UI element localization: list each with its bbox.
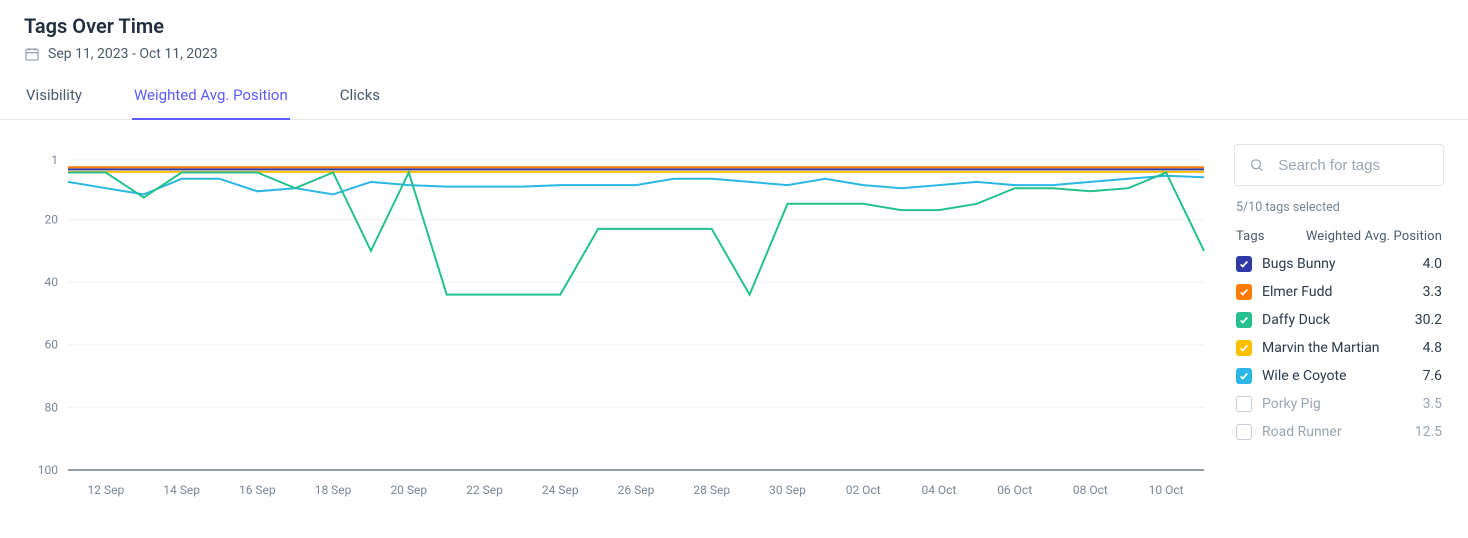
svg-text:16 Sep: 16 Sep <box>239 483 276 497</box>
legend-checkbox[interactable] <box>1236 424 1252 440</box>
legend-checkbox[interactable] <box>1236 256 1252 272</box>
svg-text:10 Oct: 10 Oct <box>1149 483 1184 497</box>
legend-name: Bugs Bunny <box>1262 256 1413 272</box>
legend-row[interactable]: Elmer Fudd 3.3 <box>1234 278 1444 306</box>
svg-text:18 Sep: 18 Sep <box>315 483 352 497</box>
search-icon <box>1249 156 1264 174</box>
tab-visibility[interactable]: Visibility <box>24 86 84 120</box>
legend-checkbox[interactable] <box>1236 284 1252 300</box>
legend-value: 30.2 <box>1415 312 1442 328</box>
tabs: Visibility Weighted Avg. Position Clicks <box>0 86 1468 120</box>
svg-text:20 Sep: 20 Sep <box>390 483 427 497</box>
legend-name: Wile e Coyote <box>1262 368 1413 384</box>
legend-header-value: Weighted Avg. Position <box>1306 229 1442 244</box>
tag-search-input[interactable] <box>1276 156 1429 175</box>
svg-text:40: 40 <box>45 275 59 289</box>
tag-search[interactable] <box>1234 144 1444 186</box>
legend-name: Elmer Fudd <box>1262 284 1413 300</box>
legend-value: 3.3 <box>1423 284 1442 300</box>
legend-header-tags: Tags <box>1236 229 1265 244</box>
svg-text:22 Sep: 22 Sep <box>466 483 503 497</box>
legend-value: 4.0 <box>1423 256 1442 272</box>
svg-text:80: 80 <box>45 400 59 414</box>
legend-name: Road Runner <box>1262 424 1405 440</box>
svg-text:26 Sep: 26 Sep <box>618 483 655 497</box>
legend-row[interactable]: Porky Pig 3.5 <box>1234 390 1444 418</box>
svg-text:14 Sep: 14 Sep <box>163 483 200 497</box>
date-range: Sep 11, 2023 - Oct 11, 2023 <box>24 46 1444 62</box>
selection-status: 5/10 tags selected <box>1236 200 1444 215</box>
svg-text:28 Sep: 28 Sep <box>693 483 730 497</box>
svg-text:60: 60 <box>45 338 59 352</box>
legend-header: Tags Weighted Avg. Position <box>1234 229 1444 250</box>
legend-value: 4.8 <box>1423 340 1442 356</box>
legend-row[interactable]: Daffy Duck 30.2 <box>1234 306 1444 334</box>
date-range-text: Sep 11, 2023 - Oct 11, 2023 <box>48 46 218 62</box>
legend-checkbox[interactable] <box>1236 396 1252 412</box>
legend-row[interactable]: Bugs Bunny 4.0 <box>1234 250 1444 278</box>
legend-value: 12.5 <box>1415 424 1442 440</box>
chart-area: 1 20 40 60 80 100 12 Sep 14 Sep 16 Sep 18 Sep 20 S… <box>0 144 1218 518</box>
line-chart: 1 20 40 60 80 100 12 Sep 14 Sep 16 Sep 18 Sep 20 S… <box>24 144 1214 514</box>
page-title: Tags Over Time <box>24 14 1444 38</box>
tab-clicks[interactable]: Clicks <box>338 86 382 120</box>
legend-list: Bugs Bunny 4.0 Elmer Fudd 3.3 Daffy Duck 30.2… <box>1234 250 1444 446</box>
svg-text:24 Sep: 24 Sep <box>542 483 579 497</box>
legend-value: 3.5 <box>1423 396 1442 412</box>
svg-text:12 Sep: 12 Sep <box>88 483 125 497</box>
tab-weighted[interactable]: Weighted Avg. Position <box>132 86 290 120</box>
svg-text:06 Oct: 06 Oct <box>997 483 1032 497</box>
svg-text:02 Oct: 02 Oct <box>846 483 881 497</box>
svg-text:04 Oct: 04 Oct <box>921 483 956 497</box>
svg-text:20: 20 <box>45 212 59 226</box>
calendar-icon <box>24 46 40 62</box>
legend-name: Marvin the Martian <box>1262 340 1413 356</box>
svg-text:08 Oct: 08 Oct <box>1073 483 1108 497</box>
legend-row[interactable]: Road Runner 12.5 <box>1234 418 1444 446</box>
svg-text:30 Sep: 30 Sep <box>769 483 806 497</box>
legend-name: Daffy Duck <box>1262 312 1405 328</box>
legend-checkbox[interactable] <box>1236 368 1252 384</box>
legend-value: 7.6 <box>1423 368 1442 384</box>
legend-checkbox[interactable] <box>1236 340 1252 356</box>
svg-text:1: 1 <box>51 153 58 167</box>
legend-name: Porky Pig <box>1262 396 1413 412</box>
legend-row[interactable]: Wile e Coyote 7.6 <box>1234 362 1444 390</box>
legend-row[interactable]: Marvin the Martian 4.8 <box>1234 334 1444 362</box>
svg-text:100: 100 <box>38 463 58 477</box>
legend-checkbox[interactable] <box>1236 312 1252 328</box>
